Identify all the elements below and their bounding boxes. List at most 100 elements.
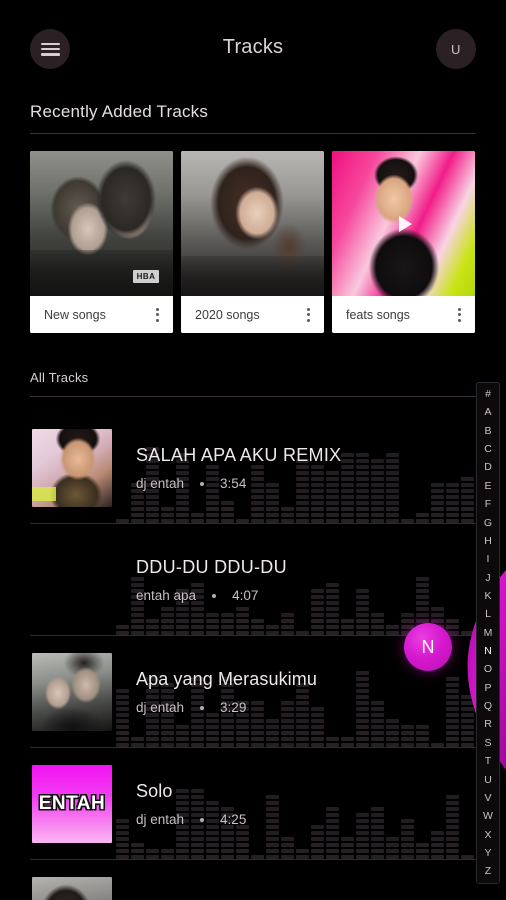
page-title: Tracks	[222, 36, 284, 58]
equalizer-column	[416, 725, 429, 747]
index-letter[interactable]: R	[484, 719, 492, 730]
track-duration: 4:25	[220, 812, 247, 828]
track-meta: dj entah 3:29	[136, 700, 317, 715]
equalizer-column	[386, 453, 399, 523]
track-title: Solo	[136, 780, 173, 801]
equalizer-column	[356, 813, 369, 859]
section-divider	[30, 133, 476, 134]
index-letter[interactable]: T	[485, 756, 491, 767]
track-artist: dj entah	[136, 812, 185, 828]
equalizer-column	[326, 807, 339, 859]
track-title: DDU-DU DDU-DU	[136, 556, 287, 577]
index-letter[interactable]: #	[485, 389, 491, 400]
index-letter[interactable]: O	[484, 664, 492, 675]
index-letter[interactable]: H	[484, 536, 492, 547]
index-letter[interactable]: J	[485, 573, 490, 584]
index-letter[interactable]: M	[484, 628, 493, 639]
equalizer-column	[416, 513, 429, 523]
index-letter[interactable]: C	[484, 444, 492, 455]
kebab-menu-icon[interactable]	[150, 307, 164, 322]
equalizer-column	[341, 837, 354, 859]
kebab-menu-icon[interactable]	[452, 307, 466, 322]
index-letter[interactable]: N	[484, 646, 492, 657]
avatar[interactable]: U	[436, 29, 476, 69]
equalizer-column	[281, 837, 294, 859]
artwork-badge: HBA	[133, 270, 159, 283]
playlist-card-artwork: HBA	[30, 151, 173, 296]
index-letter[interactable]: F	[485, 499, 491, 510]
equalizer-column	[401, 725, 414, 747]
playlist-card-label: 2020 songs	[195, 307, 260, 322]
section-divider	[30, 396, 476, 397]
index-letter[interactable]: S	[484, 738, 491, 749]
index-letter[interactable]: V	[484, 793, 491, 804]
track-artist: dj entah	[136, 700, 185, 716]
equalizer-column	[401, 819, 414, 859]
index-letter-bubble: N	[404, 623, 452, 671]
index-letter[interactable]: L	[485, 609, 491, 620]
track-row[interactable]: ENTAH Solo dj entah 4:25	[0, 748, 506, 860]
equalizer-column	[446, 619, 459, 635]
index-letter[interactable]: Z	[485, 866, 491, 877]
track-duration: 3:29	[220, 700, 247, 716]
index-letter[interactable]: D	[484, 462, 492, 473]
playlist-card-artwork	[332, 151, 475, 296]
equalizer-column	[371, 701, 384, 747]
equalizer-column	[386, 625, 399, 635]
playlist-card[interactable]: HBA New songs	[30, 151, 173, 333]
equalizer-column	[296, 849, 309, 859]
equalizer-column	[116, 625, 129, 635]
playlist-card[interactable]: 2020 songs	[181, 151, 324, 333]
app-bar: Tracks U	[0, 0, 506, 96]
index-letter[interactable]: P	[484, 683, 491, 694]
meta-separator-dot	[200, 817, 205, 822]
track-artwork	[32, 653, 112, 731]
track-row[interactable]: SALAH APA AKU REMIX dj entah 3:54	[0, 412, 506, 524]
equalizer-column	[356, 671, 369, 747]
track-row[interactable]: This Is How We Do	[0, 860, 506, 900]
index-letter[interactable]: Y	[484, 848, 491, 859]
playlist-card[interactable]: feats songs	[332, 151, 475, 333]
playlist-card-label: feats songs	[346, 307, 410, 322]
avatar-letter: U	[451, 41, 461, 57]
equalizer-column	[446, 677, 459, 747]
kebab-menu-icon[interactable]	[301, 307, 315, 322]
meta-separator-dot	[200, 481, 205, 486]
equalizer-column	[371, 459, 384, 523]
track-artist: entah apa	[136, 588, 197, 604]
index-letter[interactable]: U	[484, 775, 492, 786]
playlist-card-label: New songs	[44, 307, 106, 322]
track-title: SALAH APA AKU REMIX	[136, 444, 342, 465]
index-letter[interactable]: G	[484, 518, 492, 529]
track-title: Apa yang Merasukimu	[136, 668, 317, 689]
index-letter[interactable]: K	[484, 591, 491, 602]
track-duration: 3:54	[220, 476, 247, 492]
track-duration: 4:07	[232, 588, 259, 604]
index-letter[interactable]: W	[483, 811, 493, 822]
index-letter[interactable]: I	[487, 554, 490, 565]
equalizer-column	[326, 737, 339, 747]
all-tracks-section: All Tracks	[30, 370, 476, 397]
equalizer-column	[266, 795, 279, 859]
equalizer-column	[431, 831, 444, 859]
playlist-card-footer: New songs	[30, 296, 173, 333]
track-info: SALAH APA AKU REMIX dj entah 3:54	[136, 412, 341, 524]
index-letter[interactable]: Q	[484, 701, 492, 712]
equalizer-column	[311, 825, 324, 859]
track-artwork	[32, 429, 112, 507]
alphabet-index-scrollbar[interactable]: # A B C D E F G H I J K L M N O P Q R S T U V W X Y Z	[476, 382, 500, 884]
index-letter[interactable]: E	[484, 481, 491, 492]
index-letter[interactable]: B	[484, 426, 491, 437]
recently-added-carousel[interactable]: HBA New songs 2020 songs feats songs	[30, 151, 476, 333]
index-letter[interactable]: A	[484, 407, 491, 418]
equalizer-column	[416, 843, 429, 859]
meta-separator-dot	[212, 593, 217, 598]
equalizer-column	[431, 483, 444, 523]
track-row[interactable]: DDU-DU DDU-DU entah apa 4:07	[0, 524, 506, 636]
track-info: DDU-DU DDU-DU entah apa 4:07	[136, 524, 287, 636]
track-meta: dj entah 4:25	[136, 812, 246, 827]
equalizer-column	[386, 837, 399, 859]
equalizer-column	[371, 613, 384, 635]
index-letter[interactable]: X	[484, 830, 491, 841]
play-icon[interactable]	[390, 210, 418, 238]
